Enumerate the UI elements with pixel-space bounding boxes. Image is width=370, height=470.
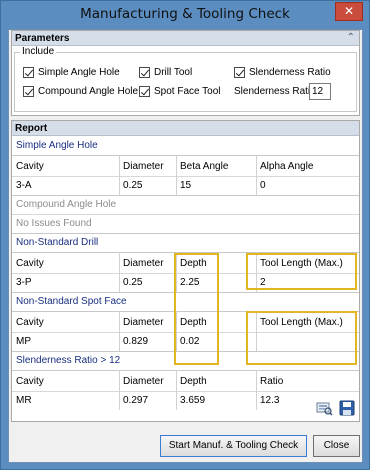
column-header: Beta Angle (180, 161, 229, 172)
slenderness-section-title: Slenderness Ratio > 12 (16, 355, 121, 366)
simple-angle-hole-checkbox[interactable]: Simple Angle Hole (23, 66, 120, 79)
divider (12, 214, 359, 215)
include-group-label: Include (20, 46, 57, 57)
title-bar[interactable]: Manufacturing & Tooling Check ✕ (1, 1, 369, 29)
checkbox-check-icon (23, 86, 34, 97)
report-view-icon[interactable] (315, 400, 333, 416)
column-header: Diameter (123, 161, 164, 172)
column-header: Alpha Angle (260, 161, 314, 172)
column-header: Depth (180, 376, 207, 387)
column-header: Ratio (260, 376, 284, 387)
table-cell: 3-P (16, 277, 32, 288)
slenderness-ratio-label: Slenderness Ratio (234, 86, 316, 97)
column-header: Diameter (123, 258, 164, 269)
checkbox-label: Simple Angle Hole (38, 67, 120, 78)
no-issues-message: No Issues Found (16, 218, 92, 229)
parameters-header[interactable]: Parameters ⌃ (12, 31, 359, 46)
spot-face-tool-checkbox[interactable]: Spot Face Tool (139, 85, 221, 98)
checkbox-check-icon (139, 67, 150, 78)
column-header: Diameter (123, 317, 164, 328)
collapse-icon[interactable]: ⌃ (347, 32, 355, 43)
divider (12, 391, 359, 392)
slenderness-ratio-input[interactable]: 12 (309, 83, 331, 100)
checkbox-check-icon (23, 67, 34, 78)
drill-tool-length-highlight (246, 253, 357, 290)
report-header: Report (12, 121, 359, 136)
checkbox-check-icon (234, 67, 245, 78)
table-cell: 0 (260, 180, 266, 191)
column-header: Cavity (16, 258, 44, 269)
table-cell: 0.297 (123, 395, 149, 406)
dialog-body: Parameters ⌃ Include Simple Angle Hole D… (8, 29, 363, 463)
start-check-button[interactable]: Start Manuf. & Tooling Check (160, 435, 307, 457)
report-header-label: Report (15, 123, 48, 134)
simple-angle-section-title: Simple Angle Hole (16, 140, 98, 151)
spot-face-tool-length-highlight (246, 311, 357, 365)
table-cell: 12.3 (260, 395, 280, 406)
column-header: Cavity (16, 376, 44, 387)
include-group (14, 52, 357, 112)
checkbox-label: Compound Angle Hole (38, 86, 139, 97)
checkbox-label: Spot Face Tool (154, 86, 221, 97)
column-header: Cavity (16, 161, 44, 172)
table-cell: 0.25 (123, 277, 143, 288)
checkbox-label: Drill Tool (154, 67, 193, 78)
column-header: Diameter (123, 376, 164, 387)
parameters-header-label: Parameters (15, 33, 70, 44)
depth-column-highlight (174, 253, 219, 365)
divider (119, 370, 120, 410)
report-panel: Report Simple Angle Hole Cavity Diameter… (11, 120, 360, 422)
divider (119, 311, 120, 351)
drill-section-title: Non-Standard Drill (16, 237, 99, 248)
close-button[interactable]: Close (313, 435, 360, 457)
column-header: Cavity (16, 317, 44, 328)
divider (176, 370, 177, 410)
divider (256, 155, 257, 195)
window-close-button[interactable]: ✕ (335, 2, 363, 21)
table-cell: MR (16, 395, 32, 406)
save-icon[interactable] (338, 400, 356, 416)
table-cell: MP (16, 336, 31, 347)
slenderness-ratio-checkbox[interactable]: Slenderness Ratio (234, 66, 331, 79)
table-cell: 3.659 (180, 395, 206, 406)
table-cell: 3-A (16, 180, 32, 191)
divider (12, 233, 359, 234)
divider (256, 370, 257, 410)
report-body: Simple Angle Hole Cavity Diameter Beta A… (12, 137, 359, 421)
divider (176, 155, 177, 195)
compound-angle-hole-checkbox[interactable]: Compound Angle Hole (23, 85, 138, 98)
checkbox-check-icon (139, 86, 150, 97)
drill-tool-checkbox[interactable]: Drill Tool (139, 66, 192, 79)
divider (12, 370, 359, 371)
window-title: Manufacturing & Tooling Check (80, 6, 290, 22)
divider (12, 176, 359, 177)
divider (119, 155, 120, 195)
divider (12, 155, 359, 156)
compound-angle-section-title: Compound Angle Hole (16, 199, 117, 210)
table-cell: 15 (180, 180, 192, 191)
table-cell: 0.829 (123, 336, 149, 347)
table-cell: 0.25 (123, 180, 143, 191)
dialog-window: Manufacturing & Tooling Check ✕ Paramete… (0, 0, 370, 470)
spot-face-section-title: Non-Standard Spot Face (16, 296, 127, 307)
divider (12, 195, 359, 196)
divider (119, 252, 120, 292)
checkbox-label: Slenderness Ratio (249, 67, 331, 78)
